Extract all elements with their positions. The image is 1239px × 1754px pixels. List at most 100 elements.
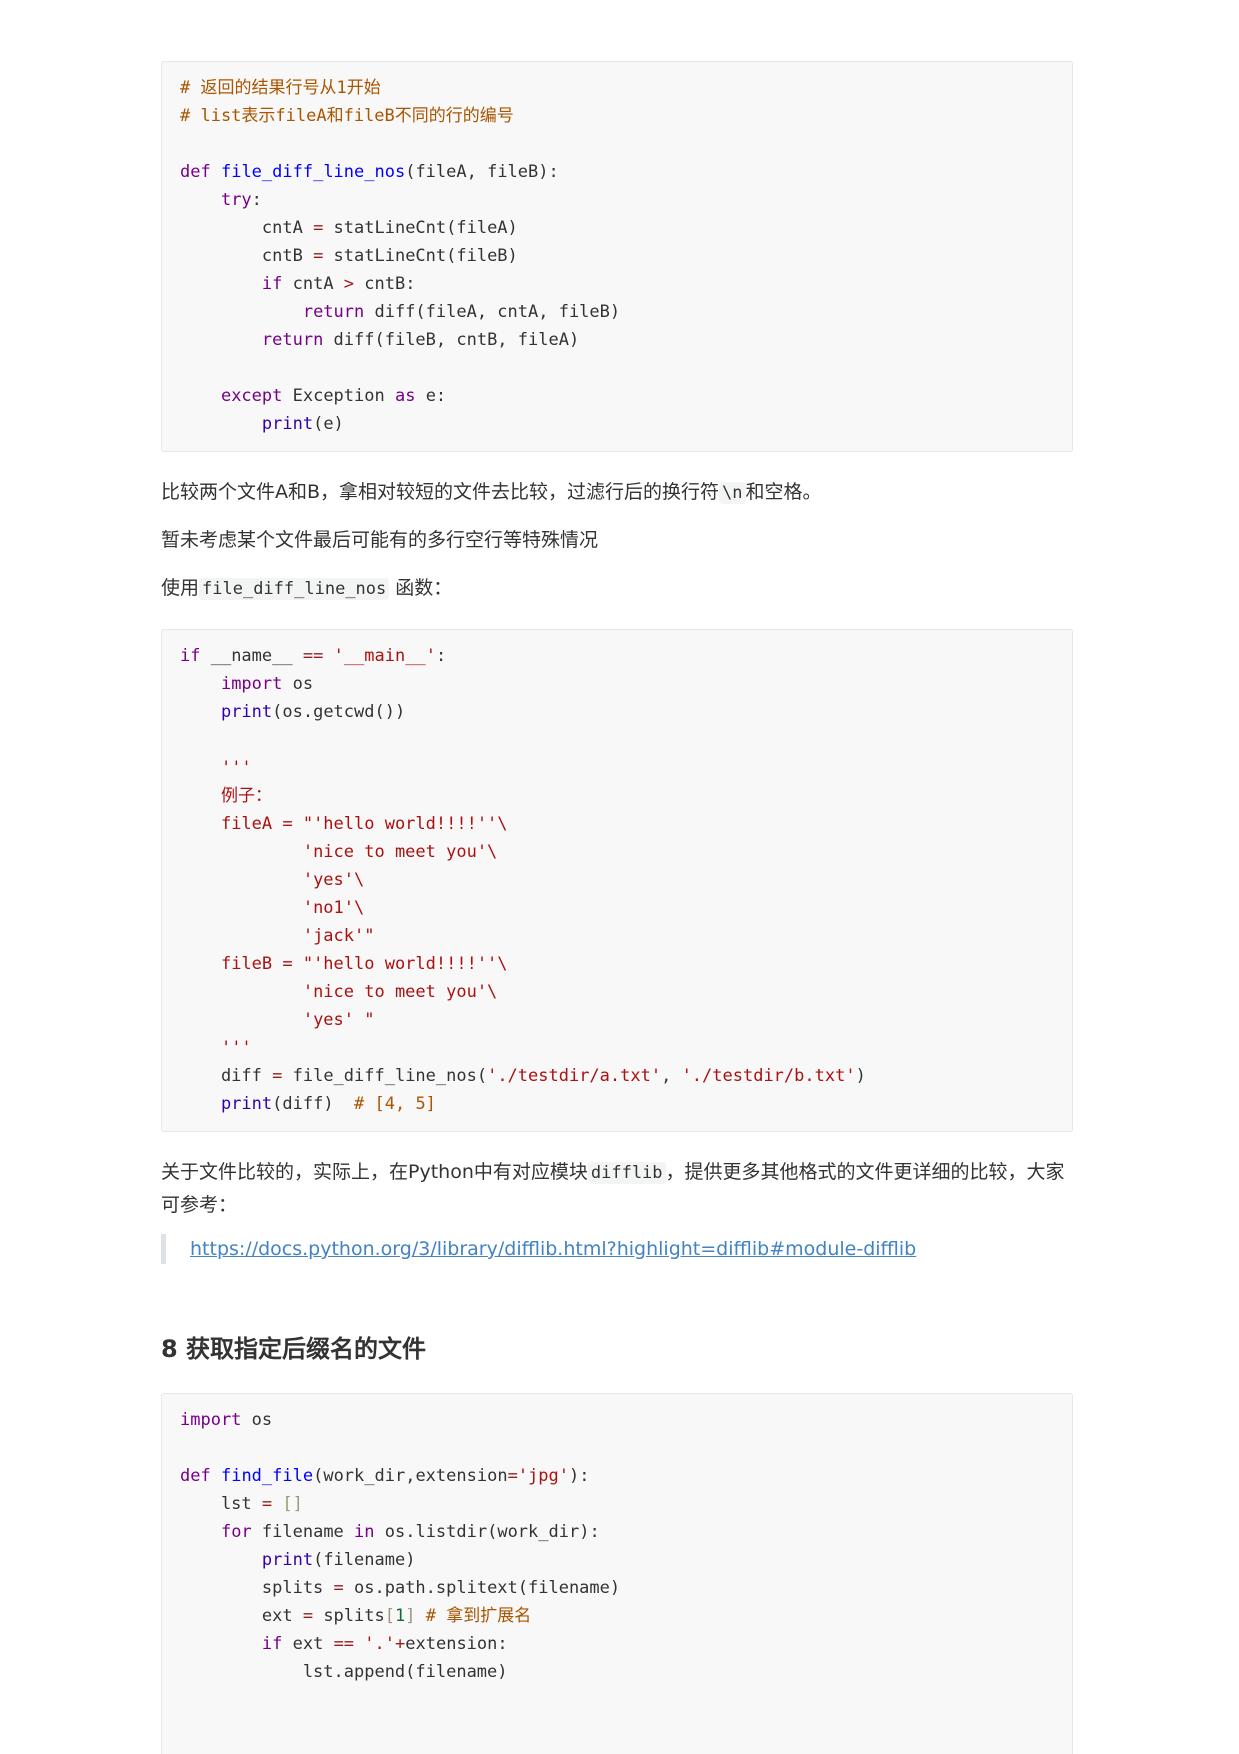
code-line: import os — [180, 1406, 1072, 1434]
code-token: : — [435, 646, 447, 666]
code-token: ''' — [220, 758, 252, 778]
code-token: find_file — [220, 1466, 314, 1486]
code-token: (diff) — [272, 1094, 355, 1114]
code-token: (filename) — [313, 1550, 416, 1570]
code-line: ''' — [180, 754, 1072, 782]
code-line: cntB = statLineCnt(fileB) — [180, 242, 1072, 270]
code-token: ext — [282, 1634, 334, 1654]
code-line: def find_file(work_dir,extension='jpg'): — [180, 1462, 1072, 1490]
code-token: import — [180, 1410, 242, 1430]
code-line: # list表示fileA和fileB不同的行的编号 — [180, 102, 1072, 130]
code-token: e: — [415, 386, 447, 406]
difflib-docs-link[interactable]: https://docs.python.org/3/library/diffli… — [190, 1238, 916, 1260]
code-token: def — [180, 162, 211, 182]
code-token: == — [302, 646, 324, 666]
code-token: for — [220, 1522, 252, 1542]
code-line: 'jack'" — [180, 922, 1072, 950]
code-block-find-file: import os def find_file(work_dir,extensi… — [161, 1393, 1073, 1754]
blockquote-link: https://docs.python.org/3/library/diffli… — [161, 1234, 1073, 1264]
code-token: print — [261, 1550, 314, 1570]
section-heading: 8 获取指定后缀名的文件 — [161, 1335, 427, 1363]
code-token: # list表示fileA和fileB不同的行的编号 — [180, 106, 514, 126]
code-token: ext — [180, 1606, 303, 1626]
code-line: 'yes' " — [180, 1006, 1072, 1034]
inline-code-newline: \n — [719, 482, 746, 504]
code-token: except — [220, 386, 283, 406]
code-token: : — [251, 190, 262, 210]
code-token: return — [261, 330, 324, 350]
code-token: (work_dir,extension — [313, 1466, 508, 1486]
code-line: def file_diff_line_nos(fileA, fileB): — [180, 158, 1072, 186]
code-token: (fileA, fileB): — [405, 162, 559, 182]
code-line: fileB = "'hello world!!!!''\ — [180, 950, 1072, 978]
code-line: print(os.getcwd()) — [180, 698, 1072, 726]
code-token: if — [261, 1634, 283, 1654]
paragraph-usage: 使用 file_diff_line_nos 函数： — [161, 577, 453, 600]
code-token: in — [354, 1522, 375, 1542]
code-token: splits — [313, 1606, 385, 1626]
code-line: return diff(fileA, cntA, fileB) — [180, 298, 1072, 326]
code-token: print — [261, 414, 314, 434]
code-line: if ext == '.'+extension: — [180, 1630, 1072, 1658]
code-line: diff = file_diff_line_nos('./testdir/a.t… — [180, 1062, 1072, 1090]
code-token: cntA — [282, 274, 344, 294]
code-token: (e) — [313, 414, 344, 434]
code-token: = — [333, 1578, 344, 1598]
code-token: file_diff_line_nos — [220, 162, 406, 182]
code-token: os — [241, 1410, 273, 1430]
code-token: = — [302, 1606, 314, 1626]
code-token: = — [313, 218, 324, 238]
code-token: cntB: — [354, 274, 416, 294]
code-line: import os — [180, 670, 1072, 698]
code-token: extension: — [405, 1634, 508, 1654]
code-token: filename — [251, 1522, 355, 1542]
code-token: 'nice to meet you'\ — [302, 982, 498, 1002]
code-token: , — [661, 1066, 682, 1086]
code-line: splits = os.path.splitext(filename) — [180, 1574, 1072, 1602]
code-token: = — [507, 1466, 518, 1486]
code-token: cntA — [180, 218, 314, 238]
code-token: '__main__' — [333, 646, 436, 666]
code-token: # [4, 5] — [354, 1094, 436, 1114]
code-token: == — [333, 1634, 355, 1654]
code-block-main-usage: if __name__ == '__main__': import os pri… — [161, 629, 1073, 1132]
code-token: lst.append(filename) — [180, 1662, 508, 1682]
code-token: > — [343, 274, 355, 294]
inline-code-difflib: difflib — [587, 1162, 666, 1184]
code-token: try — [220, 190, 252, 210]
code-line: if cntA > cntB: — [180, 270, 1072, 298]
code-token: 'nice to meet you'\ — [302, 842, 498, 862]
code-token: diff — [180, 1066, 273, 1086]
code-token: os.path.splitext(filename) — [343, 1578, 621, 1598]
code-token: 'yes' " — [302, 1010, 375, 1030]
code-line: lst.append(filename) — [180, 1658, 1072, 1686]
code-token: os — [282, 674, 314, 694]
code-token: print — [220, 1094, 273, 1114]
code-token: './testdir/b.txt' — [681, 1066, 856, 1086]
code-token: + — [395, 1634, 406, 1654]
code-token: file_diff_line_nos( — [282, 1066, 488, 1086]
code-token: [ — [384, 1606, 395, 1626]
code-line: fileA = "'hello world!!!!''\ — [180, 810, 1072, 838]
code-line: print(filename) — [180, 1546, 1072, 1574]
code-token: ''' — [220, 1038, 252, 1058]
code-line: 例子： — [180, 782, 1072, 810]
code-token: ) — [855, 1066, 866, 1086]
